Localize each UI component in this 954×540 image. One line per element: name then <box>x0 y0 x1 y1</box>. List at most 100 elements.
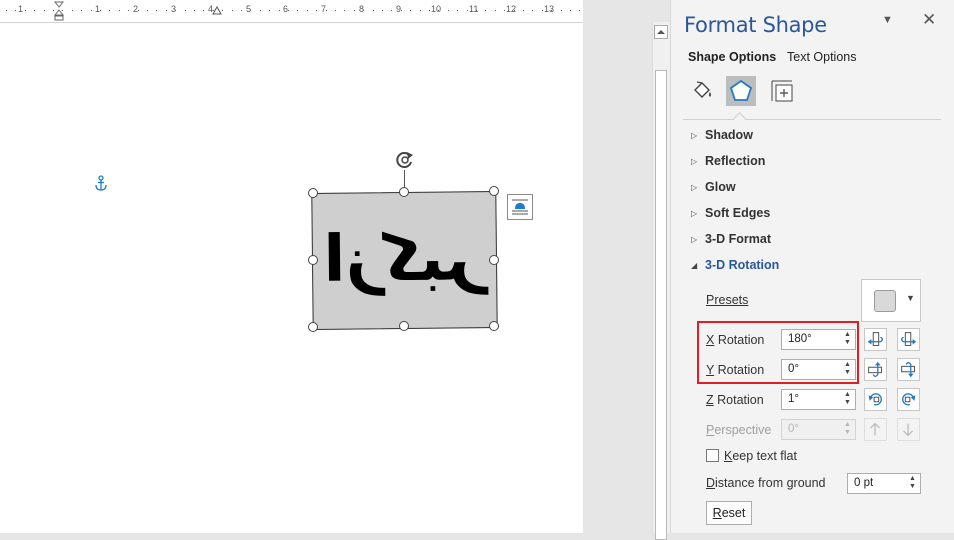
rotate-left-icon <box>867 332 883 346</box>
ruler-tick <box>485 10 486 11</box>
tab-text-options[interactable]: Text Options <box>787 50 856 64</box>
ruler-tick <box>401 10 402 11</box>
z-rotation-value: 1° <box>788 393 799 405</box>
ruler-tick <box>91 10 92 11</box>
x-rotation-right-button[interactable] <box>897 328 920 351</box>
layout-properties-icon[interactable] <box>767 76 797 106</box>
rotate-right-icon <box>901 332 917 346</box>
xy-rotation-highlight <box>697 321 859 384</box>
section-label: 3-D Rotation <box>705 258 780 272</box>
keep-text-flat-label: Keep text flat <box>724 449 797 463</box>
ruler-tick <box>457 10 458 11</box>
close-icon[interactable]: ✕ <box>922 10 936 30</box>
ruler-tick <box>147 10 148 11</box>
ruler-number: 1 <box>95 4 101 14</box>
tab-stop-icon[interactable] <box>212 6 222 16</box>
ruler-tick <box>119 10 120 11</box>
section-reflection[interactable]: ▷ Reflection <box>691 151 765 171</box>
perspective-input: 0° ▲ ▼ <box>781 419 856 440</box>
ruler-tick <box>232 10 233 11</box>
resize-handle-top-right[interactable] <box>489 186 499 196</box>
z-rotation-counterclockwise-button[interactable] <box>864 388 887 411</box>
ruler-tick <box>429 10 430 11</box>
collapsed-triangle-icon: ▷ <box>691 156 698 166</box>
resize-handle-bottom-right[interactable] <box>489 321 499 331</box>
distance-from-ground-label: Distance from ground <box>706 476 826 490</box>
resize-handle-right[interactable] <box>489 255 499 265</box>
ruler-tick <box>15 10 16 11</box>
ruler-tick <box>81 10 82 11</box>
arrow-down-icon <box>903 423 914 437</box>
keep-text-flat-checkbox[interactable] <box>706 449 719 462</box>
layout-options-button[interactable] <box>507 194 533 220</box>
tab-shape-options[interactable]: Shape Options <box>688 50 776 64</box>
z-rotation-input[interactable]: 1° ▲ ▼ <box>781 389 856 410</box>
spinner-arrows-icon[interactable]: ▲ ▼ <box>843 391 852 407</box>
pane-options-dropdown-icon[interactable]: ▼ <box>882 14 893 26</box>
ruler-tick <box>279 10 280 11</box>
ruler-tick <box>6 10 7 11</box>
ruler-number: 12 <box>506 4 517 14</box>
section-label: Shadow <box>705 128 753 142</box>
rotate-counterclockwise-icon <box>868 393 882 406</box>
presets-dropdown[interactable]: ▼ <box>861 279 921 322</box>
ruler-tick <box>222 10 223 11</box>
resize-handle-left[interactable] <box>308 255 318 265</box>
ruler-tick <box>34 10 35 11</box>
ruler-tick <box>44 10 45 11</box>
document-area: 1 1 2 3 4 5 6 7 8 9 10 11 12 13 ازکبر <box>0 0 653 533</box>
ruler-number: 5 <box>246 4 252 14</box>
y-rotation-up-button[interactable] <box>864 358 887 381</box>
ruler-tick <box>532 10 533 11</box>
resize-handle-bottom-left[interactable] <box>308 322 318 332</box>
scroll-up-button[interactable] <box>654 25 668 39</box>
resize-handle-top-left[interactable] <box>308 188 318 198</box>
distance-value: 0 pt <box>854 477 874 489</box>
ruler-tick <box>420 10 421 11</box>
z-rotation-clockwise-button[interactable] <box>897 388 920 411</box>
ruler-tick <box>438 10 439 11</box>
distance-from-ground-input[interactable]: 0 pt ▲ ▼ <box>847 473 921 494</box>
ruler-tick <box>128 10 129 11</box>
ruler-tick <box>514 10 515 11</box>
vertical-scrollbar[interactable] <box>652 22 670 540</box>
scrollbar-thumb[interactable] <box>655 70 667 540</box>
resize-handle-top[interactable] <box>399 187 409 197</box>
section-3d-rotation[interactable]: ◢ 3-D Rotation <box>691 255 779 275</box>
ruler-tick <box>241 10 242 11</box>
ruler-tick <box>551 10 552 11</box>
section-glow[interactable]: ▷ Glow <box>691 177 736 197</box>
ruler-number: 7 <box>321 4 327 14</box>
resize-handle-bottom[interactable] <box>399 321 409 331</box>
ruler-tick <box>448 10 449 11</box>
section-soft-edges[interactable]: ▷ Soft Edges <box>691 203 770 223</box>
section-label: Reflection <box>705 154 766 168</box>
ruler-tick <box>523 10 524 11</box>
effects-icon[interactable] <box>726 76 756 106</box>
reset-button[interactable]: Reset <box>706 501 752 525</box>
x-rotation-left-button[interactable] <box>864 328 887 351</box>
ruler-tick <box>335 10 336 11</box>
section-3d-format[interactable]: ▷ 3-D Format <box>691 229 771 249</box>
ruler-tick <box>373 10 374 11</box>
spinner-arrows-icon: ▲ ▼ <box>844 421 851 436</box>
ruler-number: 13 <box>544 4 555 14</box>
fill-line-icon[interactable] <box>687 76 717 106</box>
spinner-arrows-icon[interactable]: ▲ ▼ <box>908 475 917 491</box>
indent-marker-icon[interactable] <box>54 1 64 21</box>
ruler-tick <box>561 10 562 11</box>
horizontal-ruler[interactable]: 1 1 2 3 4 5 6 7 8 9 10 11 12 13 <box>0 0 583 23</box>
y-rotation-down-button[interactable] <box>897 358 920 381</box>
section-label: 3-D Format <box>705 232 771 246</box>
ruler-tick <box>138 10 139 11</box>
rotate-handle-icon[interactable] <box>394 149 416 171</box>
ruler-tick <box>579 10 580 11</box>
selected-shape[interactable]: ازکبر <box>311 191 498 330</box>
ruler-tick <box>194 10 195 11</box>
ruler-tick <box>326 10 327 11</box>
collapsed-triangle-icon: ▷ <box>691 234 698 244</box>
section-shadow[interactable]: ▷ Shadow <box>691 125 753 145</box>
pane-scrollbar[interactable] <box>943 125 953 533</box>
ruler-tick <box>175 10 176 11</box>
ruler-tick <box>297 10 298 11</box>
